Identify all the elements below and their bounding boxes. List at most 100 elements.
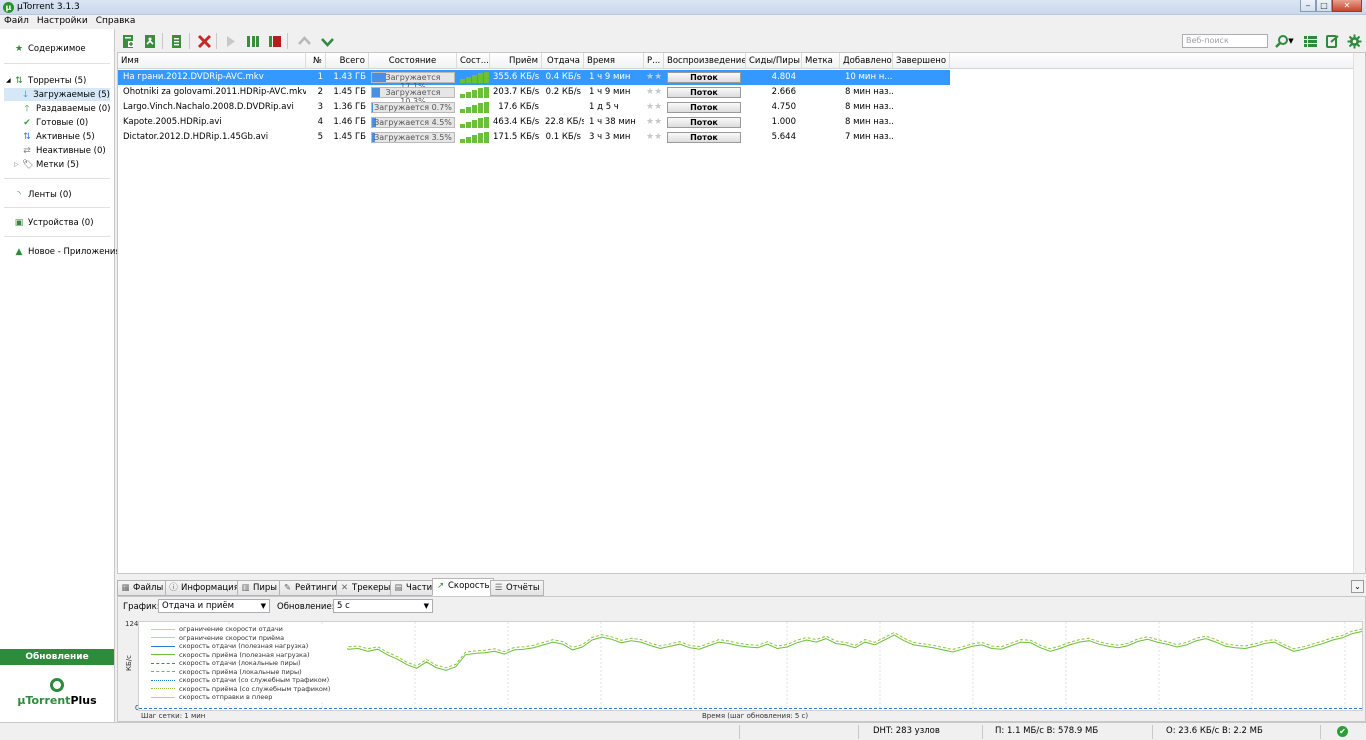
- menu-settings[interactable]: Настройки: [33, 15, 92, 26]
- column-eta[interactable]: Время: [584, 53, 644, 69]
- stop-button[interactable]: [265, 32, 283, 50]
- remove-torrent-button[interactable]: [195, 32, 213, 50]
- sidebar-item-inactive[interactable]: ⇄ Неактивные (0): [22, 144, 105, 157]
- preferences-button[interactable]: [1345, 32, 1363, 50]
- sidebar-item-downloading[interactable]: 🡓 Загружаемые (5): [4, 88, 110, 101]
- rating-stars-icon[interactable]: ★★: [646, 115, 662, 130]
- sidebar-item-active[interactable]: ⇅ Активные (5): [22, 130, 94, 143]
- sidebar-item-featured[interactable]: ★ Содержимое: [14, 42, 86, 55]
- sidebar-item-label: Раздаваемые (0): [36, 103, 111, 114]
- tab-files[interactable]: ▦ Файлы: [117, 580, 168, 596]
- add-url-button[interactable]: [141, 32, 159, 50]
- sidebar-item-feeds[interactable]: ◝ Ленты (0): [14, 188, 71, 201]
- tab-info[interactable]: ⓘ Информация: [165, 580, 243, 596]
- legend-entry: скорость приёма (локальные пиры): [151, 668, 347, 677]
- network-ok-icon[interactable]: ✔: [1337, 726, 1348, 737]
- column-number[interactable]: №: [306, 53, 326, 69]
- tab-ratings[interactable]: ✎ Рейтинги: [279, 580, 341, 596]
- search-engine-dropdown[interactable]: ▼: [1287, 32, 1295, 50]
- title-bar: µ µTorrent 3.1.3 ‒ □ ✕: [0, 0, 1366, 15]
- stream-button[interactable]: Поток: [667, 102, 741, 113]
- column-playback[interactable]: Воспроизведение: [664, 53, 746, 69]
- eta: 1 ч 38 мин: [589, 117, 636, 127]
- create-torrent-button[interactable]: [167, 32, 185, 50]
- collapse-panel-button[interactable]: ⌄: [1351, 580, 1364, 593]
- sidebar-item-apps[interactable]: ▲ Новое - Приложения: [14, 245, 121, 258]
- table-row[interactable]: Kapote.2005.HDRip.avi 4 1.46 ГБ Загружается…: [118, 115, 950, 130]
- column-seeds-peers[interactable]: Сиды/Пиры: [746, 53, 802, 69]
- sidebar-item-label: Устройства (0): [28, 217, 94, 228]
- pieces-icon: ▤: [394, 583, 403, 593]
- column-label[interactable]: Метка: [802, 53, 840, 69]
- list-view-button[interactable]: [1301, 32, 1319, 50]
- download-speed: 463.4 КБ/s: [493, 117, 540, 127]
- legend-label: скорость приёма (локальные пиры): [179, 667, 302, 676]
- column-name[interactable]: Имя: [118, 53, 306, 69]
- sidebar-item-seeding[interactable]: 🡑 Раздаваемые (0): [22, 102, 111, 115]
- column-status[interactable]: Состояние: [369, 53, 457, 69]
- stream-button[interactable]: Поток: [667, 72, 741, 83]
- column-down-speed[interactable]: Приём: [490, 53, 542, 69]
- added-time: 8 мин наз...: [845, 102, 893, 112]
- seeds-peers: 2.666: [771, 87, 796, 97]
- torrent-number: 1: [317, 72, 323, 82]
- stream-button[interactable]: Поток: [667, 117, 741, 128]
- maximize-button[interactable]: □: [1316, 0, 1332, 12]
- device-icon: ▣: [14, 217, 24, 228]
- create-torrent-icon: [171, 34, 181, 48]
- start-button[interactable]: [221, 32, 239, 50]
- sidebar-item-torrents[interactable]: ◢ ⇅ Торренты (5): [6, 74, 86, 87]
- rating-stars-icon[interactable]: ★★: [646, 85, 662, 100]
- utorrent-plus-logo[interactable]: µTorrentPlus: [0, 674, 114, 722]
- gear-icon: [1347, 34, 1361, 48]
- menu-help[interactable]: Справка: [92, 15, 140, 26]
- vertical-scrollbar[interactable]: [1353, 53, 1365, 573]
- sidebar-item-devices[interactable]: ▣ Устройства (0): [14, 216, 94, 229]
- sidebar-item-completed[interactable]: ✔ Готовые (0): [22, 116, 88, 129]
- tab-trackers[interactable]: ✕ Трекеры: [336, 580, 395, 596]
- stream-button[interactable]: Поток: [667, 132, 741, 143]
- plus-logo-main: µTorrent: [17, 694, 71, 707]
- sidebar-item-labels[interactable]: ▷ 🏷 Метки (5): [14, 158, 79, 171]
- torrent-number: 5: [317, 132, 323, 142]
- table-row[interactable]: Ohotniki za golovami.2011.HDRip-AVC.mkv 2…: [118, 85, 950, 106]
- added-time: 8 мин наз...: [845, 87, 893, 97]
- rating-stars-icon[interactable]: ★★: [646, 130, 662, 145]
- menu-file[interactable]: Файл: [0, 15, 33, 26]
- legend-swatch: [151, 637, 175, 639]
- tab-peers[interactable]: ▥ Пиры: [237, 580, 282, 596]
- sidebar-item-label: Метки (5): [36, 159, 79, 170]
- seeds-peers: 4.804: [771, 72, 796, 82]
- graph-select[interactable]: Отдача и приём ▼: [158, 599, 270, 613]
- web-search-input[interactable]: Веб-поиск: [1182, 34, 1268, 48]
- column-size[interactable]: Всего: [326, 53, 369, 69]
- table-row[interactable]: Dictator.2012.D.HDRip.1.45Gb.avi 5 1.45 ГБ…: [118, 130, 950, 145]
- column-completed[interactable]: Завершено: [893, 53, 950, 69]
- dht-status: DHT: 283 узлов: [873, 726, 940, 736]
- column-rating[interactable]: Р...: [644, 53, 664, 69]
- update-interval-select[interactable]: 5 с ▼: [333, 599, 433, 613]
- tab-pieces[interactable]: ▤ Части: [390, 580, 437, 596]
- add-torrent-icon: [122, 34, 134, 48]
- column-up-speed[interactable]: Отдача: [542, 53, 584, 69]
- toolbar: Веб-поиск ▼: [115, 29, 1366, 52]
- update-button[interactable]: Обновление: [0, 649, 114, 665]
- minimize-button[interactable]: ‒: [1300, 0, 1316, 12]
- rating-stars-icon[interactable]: ★★: [646, 70, 662, 85]
- tab-logs[interactable]: ☰ Отчёты: [490, 580, 544, 596]
- legend-swatch: [151, 679, 175, 681]
- rating-stars-icon[interactable]: ★★: [646, 100, 662, 115]
- remote-button[interactable]: [1323, 32, 1341, 50]
- stream-button[interactable]: Поток: [667, 87, 741, 98]
- table-row[interactable]: Largo.Vinch.Nachalo.2008.D.DVDRip.avi 3 1.…: [118, 100, 950, 115]
- add-torrent-button[interactable]: [119, 32, 137, 50]
- column-added[interactable]: Добавлено: [840, 53, 893, 69]
- pause-button[interactable]: [243, 32, 261, 50]
- table-row[interactable]: На грани.2012.DVDRip-AVC.mkv 1 1.43 ГБ Загр…: [118, 70, 950, 91]
- trackers-icon: ✕: [340, 583, 349, 593]
- move-up-button[interactable]: [295, 32, 313, 50]
- tab-speed[interactable]: ↗ Скорость: [432, 578, 494, 596]
- close-button[interactable]: ✕: [1332, 0, 1362, 12]
- move-down-button[interactable]: [318, 32, 336, 50]
- column-health[interactable]: Сост...: [457, 53, 490, 69]
